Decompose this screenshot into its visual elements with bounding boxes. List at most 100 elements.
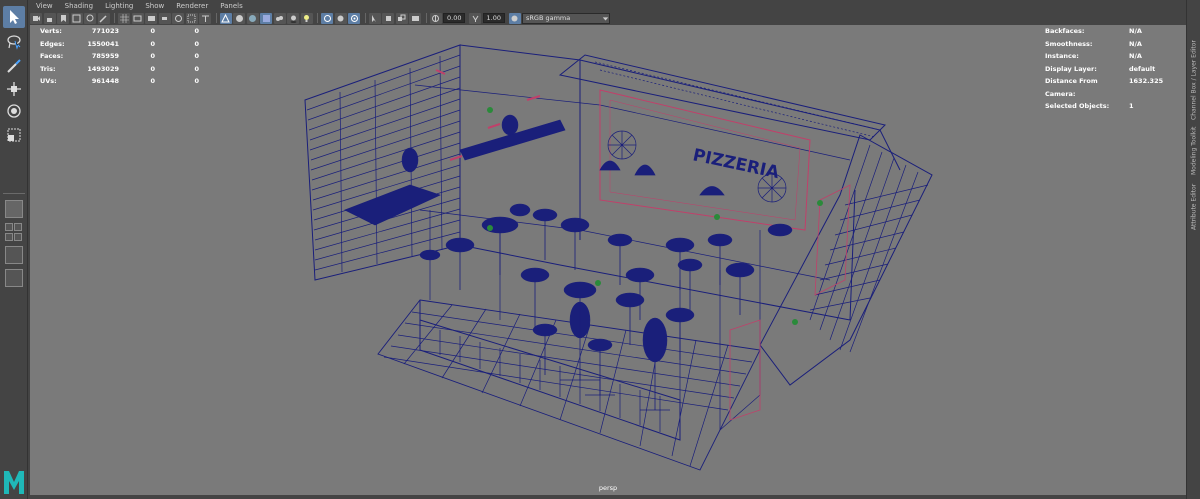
- wireframe-icon[interactable]: [219, 12, 232, 24]
- hud-uvs-row: UVs: 961448 0 0: [40, 75, 199, 88]
- smooth-shade-icon[interactable]: [233, 12, 245, 24]
- tab-modeling-toolkit[interactable]: Modeling Toolkit: [1188, 125, 1200, 175]
- safe-action-icon[interactable]: [185, 12, 198, 24]
- exposure-field[interactable]: 0.00: [443, 13, 465, 23]
- xray-active-icon[interactable]: [348, 12, 360, 24]
- room-outline: [414, 44, 901, 321]
- film-gate-icon[interactable]: [131, 12, 144, 24]
- move-tool-icon[interactable]: [3, 78, 25, 100]
- xray-joints-icon[interactable]: [334, 12, 347, 24]
- four-view-icon-d[interactable]: [14, 233, 22, 241]
- hud-label: Distance From Camera:: [1045, 77, 1098, 98]
- four-view-icon-b[interactable]: [14, 223, 22, 231]
- colorspace-value: sRGB gamma: [526, 13, 571, 22]
- object-details-hud: Backfaces: N/A Smoothness: N/A Instance:…: [1045, 25, 1163, 113]
- frame-all-icon[interactable]: [382, 12, 394, 24]
- two-view-icon[interactable]: [5, 246, 23, 264]
- single-layout-icon[interactable]: [5, 200, 23, 218]
- xray-icon[interactable]: [321, 12, 333, 24]
- menu-lighting[interactable]: Lighting: [99, 0, 139, 11]
- hud-value: N/A: [1129, 39, 1142, 48]
- hud-label: Instance:: [1045, 52, 1079, 60]
- hud-value: 1632.325: [1129, 77, 1164, 85]
- toolbar-divider: [114, 13, 115, 23]
- toolbar-divider: [317, 13, 318, 23]
- grid-icon[interactable]: [118, 12, 130, 24]
- hud-label: UVs:: [40, 77, 57, 85]
- outliner-layout-icon[interactable]: [5, 269, 23, 287]
- grease-pencil-icon[interactable]: [97, 12, 110, 24]
- gamma-icon[interactable]: [469, 12, 481, 24]
- hud-icon[interactable]: [409, 12, 421, 24]
- menu-show[interactable]: Show: [139, 0, 170, 11]
- menu-panels[interactable]: Panels: [214, 0, 249, 11]
- isolate-select-icon[interactable]: [368, 12, 381, 24]
- camera-name-label: persp: [598, 484, 618, 492]
- menu-renderer[interactable]: Renderer: [170, 0, 214, 11]
- hud-instance-row: Instance: N/A: [1045, 50, 1163, 63]
- hud-faces-row: Faces: 785959 0 0: [40, 50, 199, 63]
- hud-tris-row: Tris: 1493029 0 0: [40, 63, 199, 76]
- lock-camera-icon[interactable]: [43, 12, 56, 24]
- wireframe-on-shaded-icon[interactable]: [246, 12, 259, 24]
- scale-tool-icon[interactable]: [3, 124, 25, 146]
- 2d-pan-zoom-icon[interactable]: [84, 12, 96, 24]
- use-all-lights-icon[interactable]: [273, 12, 286, 24]
- paint-select-tool-icon[interactable]: [3, 55, 25, 77]
- hud-label: Tris:: [40, 64, 56, 73]
- tab-attribute-editor[interactable]: Attribute Editor: [1188, 180, 1200, 230]
- toolbox-divider: [3, 193, 25, 194]
- hud-value: 785959: [91, 52, 119, 60]
- hud-label: Smoothness:: [1045, 39, 1093, 48]
- top-trim: [558, 54, 886, 141]
- maya-logo-icon: [2, 468, 26, 496]
- floor-grid: [377, 299, 761, 471]
- toolbar-divider: [425, 13, 427, 23]
- hud-value: 1493029: [87, 64, 119, 73]
- select-tool-icon[interactable]: [3, 6, 25, 28]
- hud-smoothness-row: Smoothness: N/A: [1045, 38, 1163, 51]
- hud-label: Display Layer:: [1045, 64, 1097, 73]
- rotate-tool-icon[interactable]: [3, 100, 25, 122]
- resolution-gate-icon[interactable]: [145, 12, 157, 24]
- menu-view[interactable]: View: [30, 0, 59, 11]
- side-tab-strip: Channel Box / Layer Editor Modeling Tool…: [1186, 0, 1200, 499]
- shadows-icon[interactable]: [287, 12, 299, 24]
- four-view-icon[interactable]: [5, 223, 13, 231]
- hud-verts-row: Verts: 771023 0 0: [40, 25, 199, 38]
- tab-channel-box[interactable]: Channel Box / Layer Editor: [1188, 10, 1200, 120]
- bookmark-icon[interactable]: [57, 12, 69, 24]
- pizzeria-wireframe-scene: PIZZERIA: [304, 44, 933, 471]
- image-plane-icon[interactable]: [70, 12, 83, 24]
- hud-value: 0: [194, 39, 199, 48]
- field-chart-icon[interactable]: [172, 12, 184, 24]
- gamma-field[interactable]: 1.00: [482, 13, 505, 23]
- toolbar-divider: [364, 13, 366, 23]
- brick-wall: [304, 44, 461, 281]
- textured-icon[interactable]: [260, 12, 272, 24]
- colorspace-dropdown[interactable]: sRGB gamma: [522, 12, 610, 24]
- gate-mask-icon[interactable]: [158, 12, 171, 24]
- hud-value: 0: [150, 64, 155, 73]
- color-management-icon[interactable]: [508, 12, 521, 24]
- safe-title-icon[interactable]: [199, 12, 211, 24]
- four-view-icon-c[interactable]: [5, 233, 13, 241]
- frame-selection-icon[interactable]: [395, 12, 408, 24]
- camera-icon[interactable]: [30, 12, 42, 24]
- hud-value: 0: [194, 52, 199, 60]
- hud-value: 0: [150, 39, 155, 48]
- hud-display-layer-row: Display Layer: default: [1045, 63, 1163, 76]
- perspective-viewport[interactable]: PIZZERIA Verts: 771023 0 0 Edges: 155004…: [30, 25, 1186, 495]
- lightbulb-icon[interactable]: [300, 12, 313, 24]
- menu-shading[interactable]: Shading: [59, 0, 99, 11]
- hud-value: 0: [150, 77, 155, 85]
- hud-label: Verts:: [40, 27, 62, 35]
- hud-label: Selected Objects:: [1045, 102, 1110, 110]
- lasso-tool-icon[interactable]: [3, 31, 25, 53]
- exposure-icon[interactable]: [429, 12, 442, 24]
- hud-value: 771023: [91, 27, 119, 35]
- pizzeria-sign-text: PIZZERIA: [691, 145, 782, 183]
- hud-value: default: [1129, 64, 1156, 73]
- hud-value: 961448: [91, 77, 119, 85]
- hud-backfaces-row: Backfaces: N/A: [1045, 25, 1163, 38]
